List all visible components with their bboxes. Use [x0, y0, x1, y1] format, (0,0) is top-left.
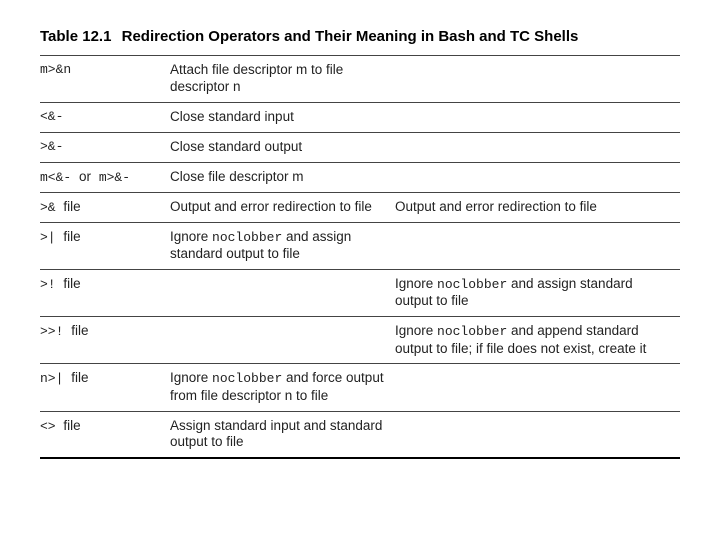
table-number: Table 12.1 — [40, 28, 111, 45]
table-row: >&-Close standard output — [40, 132, 680, 162]
operator-cell: >! file — [40, 270, 170, 317]
table-row: <> fileAssign standard input and standar… — [40, 411, 680, 458]
operator-cell: <&- — [40, 102, 170, 132]
table-row: m>&nAttach file descriptor m to file des… — [40, 56, 680, 103]
operator-cell: m<&- or m>&- — [40, 162, 170, 192]
table-row: m<&- or m>&-Close file descriptor m — [40, 162, 680, 192]
tcsh-meaning-cell — [395, 411, 680, 458]
table-row: <&-Close standard input — [40, 102, 680, 132]
bash-meaning-cell: Attach file descriptor m to file descrip… — [170, 56, 395, 103]
bash-meaning-cell: Close file descriptor m — [170, 162, 395, 192]
table-title: Redirection Operators and Their Meaning … — [122, 28, 579, 45]
bash-meaning-cell: Output and error redirection to file — [170, 192, 395, 222]
operator-cell: >&- — [40, 132, 170, 162]
operator-cell: >& file — [40, 192, 170, 222]
table-row: n>| fileIgnore noclobber and force outpu… — [40, 364, 680, 411]
bash-meaning-cell: Ignore noclobber and assign standard out… — [170, 223, 395, 270]
tcsh-meaning-cell — [395, 102, 680, 132]
tcsh-meaning-cell: Output and error redirection to file — [395, 192, 680, 222]
tcsh-meaning-cell — [395, 364, 680, 411]
tcsh-meaning-cell — [395, 56, 680, 103]
table-caption: Table 12.1 Redirection Operators and The… — [40, 28, 680, 45]
bash-meaning-cell — [170, 317, 395, 364]
bash-meaning-cell: Close standard input — [170, 102, 395, 132]
tcsh-meaning-cell: Ignore noclobber and assign standard out… — [395, 270, 680, 317]
bash-meaning-cell: Assign standard input and standard outpu… — [170, 411, 395, 458]
redirection-table: m>&nAttach file descriptor m to file des… — [40, 55, 680, 459]
table-row: >& fileOutput and error redirection to f… — [40, 192, 680, 222]
operator-cell: >>! file — [40, 317, 170, 364]
operator-cell: <> file — [40, 411, 170, 458]
bash-meaning-cell — [170, 270, 395, 317]
table-row: >! file Ignore noclobber and assign stand… — [40, 270, 680, 317]
tcsh-meaning-cell — [395, 223, 680, 270]
table-row: >| fileIgnore noclobber and assign stand… — [40, 223, 680, 270]
tcsh-meaning-cell — [395, 162, 680, 192]
table-row: >>! file Ignore noclobber and append stan… — [40, 317, 680, 364]
tcsh-meaning-cell: Ignore noclobber and append standard out… — [395, 317, 680, 364]
operator-cell: n>| file — [40, 364, 170, 411]
operator-cell: m>&n — [40, 56, 170, 103]
bash-meaning-cell: Ignore noclobber and force output from f… — [170, 364, 395, 411]
bash-meaning-cell: Close standard output — [170, 132, 395, 162]
operator-cell: >| file — [40, 223, 170, 270]
tcsh-meaning-cell — [395, 132, 680, 162]
